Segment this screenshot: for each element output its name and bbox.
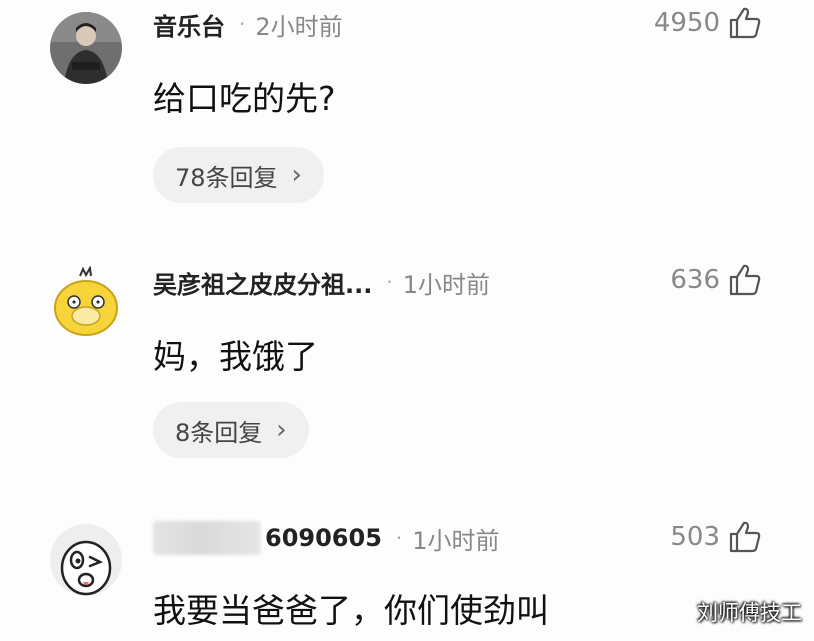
like-button[interactable]: 636 — [670, 262, 762, 298]
meta-separator: · — [386, 270, 393, 294]
username[interactable]: 吴彦祖之皮皮分祖... — [153, 265, 372, 300]
comment-text: 我要当爸爸了，你们使劲叫 — [153, 591, 549, 630]
comment-meta: 音乐台 · 2小时前 — [153, 6, 343, 42]
timestamp: 1小时前 — [412, 526, 500, 555]
blurred-username-mask — [153, 521, 261, 555]
like-count: 4950 — [653, 8, 720, 38]
user-avatar[interactable] — [50, 12, 122, 84]
view-replies-button[interactable]: 78条回复 › — [153, 147, 324, 203]
chevron-right-icon: › — [276, 415, 287, 445]
like-button[interactable]: 4950 — [654, 5, 762, 41]
thumbs-up-icon — [729, 264, 761, 296]
timestamp: 1小时前 — [402, 270, 490, 299]
replies-count: 8条回复 — [175, 418, 263, 447]
comment-meta: 吴彦祖之皮皮分祖... · 1小时前 — [153, 264, 490, 300]
comment-text: 给口吃的先? — [153, 79, 336, 118]
view-replies-button[interactable]: 8条回复 › — [153, 402, 309, 458]
replies-count: 78条回复 — [175, 163, 278, 192]
comment-meta: 6090605 · 1小时前 — [153, 520, 500, 556]
thumbs-up-icon — [729, 521, 761, 553]
username[interactable]: 6090605 — [265, 524, 382, 552]
meta-separator: · — [395, 526, 403, 550]
cartoon-face-avatar-icon — [50, 524, 122, 596]
chevron-right-icon: › — [291, 160, 302, 190]
like-button[interactable]: 503 — [670, 519, 762, 555]
yellow-duck-avatar-icon — [50, 266, 122, 338]
man-portrait-avatar-icon — [50, 12, 122, 84]
meta-separator: · — [239, 12, 246, 36]
like-count: 503 — [670, 522, 720, 552]
user-avatar[interactable] — [50, 524, 122, 596]
like-count: 636 — [670, 265, 720, 295]
thumbs-up-icon — [729, 7, 761, 39]
user-avatar[interactable] — [50, 266, 122, 338]
comment-text: 妈，我饿了 — [153, 337, 318, 376]
watermark: 刘师傅技工 — [697, 601, 802, 625]
timestamp: 2小时前 — [255, 12, 343, 41]
username[interactable]: 音乐台 — [153, 7, 225, 42]
